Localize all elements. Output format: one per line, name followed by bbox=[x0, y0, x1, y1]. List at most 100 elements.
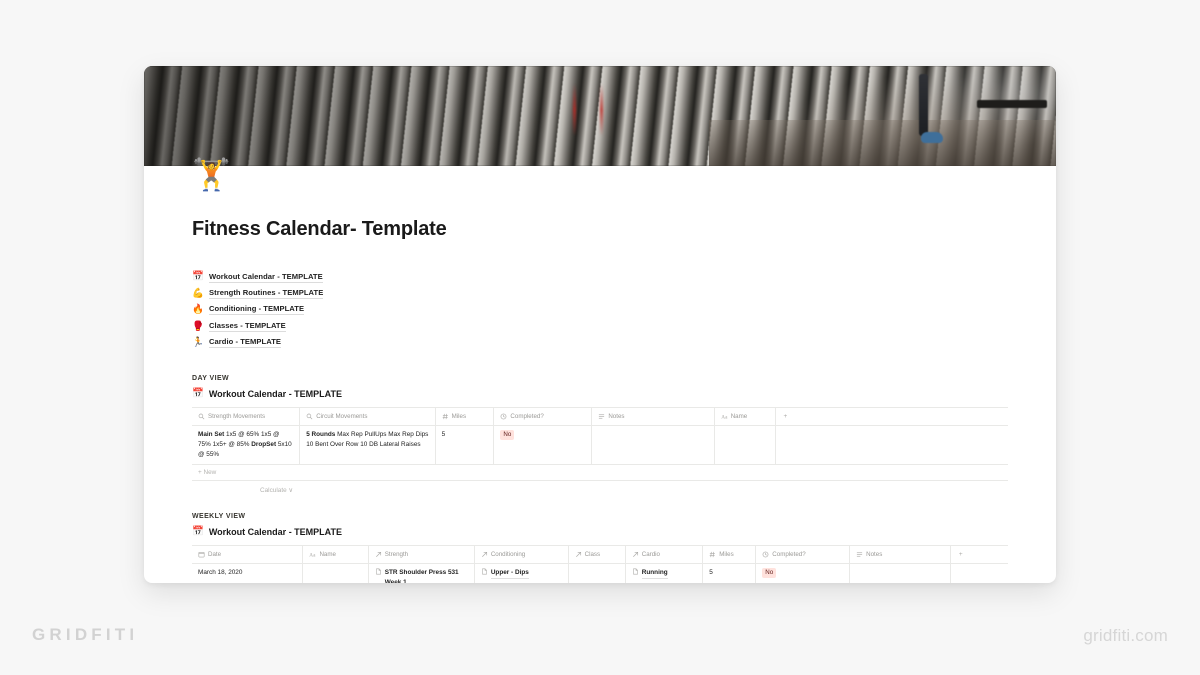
relation-icon bbox=[632, 551, 639, 558]
select-icon bbox=[762, 551, 769, 558]
table-row[interactable]: March 18, 2020 STR Shoulder Press 531 We… bbox=[192, 562, 1008, 583]
calendar-emoji-icon: 📅 bbox=[192, 388, 204, 400]
day-view-table: Strength Movements Circuit Movements Mil… bbox=[192, 406, 1008, 465]
column-header-class[interactable]: Class bbox=[568, 544, 626, 564]
column-header-name[interactable]: Aa Name bbox=[302, 544, 369, 564]
link-label: Cardio - TEMPLATE bbox=[209, 337, 282, 349]
number-icon bbox=[709, 551, 716, 558]
select-icon bbox=[500, 413, 507, 420]
calendar-emoji-icon: 📅 bbox=[192, 271, 204, 283]
svg-text:Aa: Aa bbox=[310, 552, 317, 558]
database-title-label: Workout Calendar - TEMPLATE bbox=[208, 388, 343, 399]
column-header-label: Miles bbox=[719, 550, 734, 558]
column-header-date[interactable]: Date bbox=[192, 544, 304, 564]
column-header-circuit-movements[interactable]: Circuit Movements bbox=[299, 406, 436, 426]
relation-label: Upper - Dips bbox=[490, 568, 529, 579]
cell-class[interactable] bbox=[568, 562, 626, 583]
column-header-cardio[interactable]: Cardio bbox=[625, 544, 704, 564]
cover-person-shoe bbox=[920, 132, 943, 143]
relation-label: STR Shoulder Press 531 Week 1 bbox=[385, 568, 468, 583]
column-header-completed[interactable]: Completed? bbox=[755, 544, 851, 564]
cover-floor bbox=[709, 120, 1056, 166]
column-header-label: Date bbox=[208, 550, 222, 558]
weightlifter-icon[interactable]: 🏋️ bbox=[192, 156, 231, 194]
cover-shadow-left bbox=[144, 66, 564, 166]
cell-strength[interactable]: STR Shoulder Press 531 Week 1 bbox=[368, 562, 475, 583]
cell-miles[interactable]: 5 bbox=[435, 424, 495, 465]
cell-strength-movements[interactable]: Main Set 1x5 @ 65% 1x5 @ 75% 1x5+ @ 85% … bbox=[192, 424, 301, 465]
database-title-day-view[interactable]: 📅 Workout Calendar - TEMPLATE bbox=[192, 389, 1008, 399]
column-header-label: Conditioning bbox=[490, 550, 526, 558]
column-header-miles[interactable]: Miles bbox=[702, 544, 757, 564]
column-header-miles[interactable]: Miles bbox=[435, 406, 495, 426]
link-item-strength-routines[interactable]: 💪 Strength Routines - TEMPLATE bbox=[192, 285, 1008, 301]
column-header-label: Completed? bbox=[772, 550, 806, 558]
link-item-cardio[interactable]: 🏃 Cardio - TEMPLATE bbox=[192, 335, 1008, 351]
calendar-icon bbox=[198, 551, 205, 558]
calendar-emoji-icon: 📅 bbox=[192, 525, 204, 537]
database-title-weekly-view[interactable]: 📅 Workout Calendar - TEMPLATE bbox=[192, 527, 1008, 537]
cell-cardio[interactable]: Running bbox=[625, 562, 704, 583]
column-header-label: Notes bbox=[866, 550, 883, 558]
page-body: Fitness Calendar- Template 📅 Workout Cal… bbox=[144, 166, 1056, 583]
page-cover-image bbox=[144, 66, 1056, 166]
add-new-row-button[interactable]: + New bbox=[192, 465, 1008, 481]
column-header-label: Cardio bbox=[641, 550, 660, 558]
column-header-add[interactable]: + bbox=[775, 406, 1008, 426]
column-header-label: Name bbox=[319, 550, 336, 558]
column-header-add[interactable]: + bbox=[950, 544, 1008, 564]
cell-empty bbox=[950, 562, 1008, 583]
cell-completed[interactable]: No bbox=[755, 562, 851, 583]
flexed-biceps-emoji-icon: 💪 bbox=[192, 287, 204, 299]
section-label-day-view: DAY VIEW bbox=[192, 374, 230, 382]
column-header-label: Strength bbox=[384, 550, 409, 558]
link-item-workout-calendar[interactable]: 📅 Workout Calendar - TEMPLATE bbox=[192, 269, 1008, 285]
column-header-strength[interactable]: Strength bbox=[368, 544, 475, 564]
column-header-notes[interactable]: Notes bbox=[849, 544, 952, 564]
gridfiti-url[interactable]: gridfiti.com bbox=[1083, 626, 1168, 646]
plus-icon: + bbox=[783, 412, 788, 420]
table-row[interactable]: Main Set 1x5 @ 65% 1x5 @ 75% 1x5+ @ 85% … bbox=[192, 424, 1008, 465]
cell-empty bbox=[775, 424, 1008, 465]
column-header-label: Miles bbox=[451, 412, 467, 420]
cover-bench bbox=[976, 100, 1047, 108]
relation-icon bbox=[481, 551, 488, 558]
column-header-completed[interactable]: Completed? bbox=[493, 406, 593, 426]
link-label: Strength Routines - TEMPLATE bbox=[209, 288, 324, 300]
cell-completed[interactable]: No bbox=[493, 424, 593, 465]
status-badge: No bbox=[500, 429, 515, 441]
template-link-list: 📅 Workout Calendar - TEMPLATE 💪 Strength… bbox=[192, 269, 1008, 351]
link-item-conditioning[interactable]: 🔥 Conditioning - TEMPLATE bbox=[192, 302, 1008, 318]
title-icon: Aa bbox=[309, 551, 317, 558]
column-header-label: Completed? bbox=[510, 412, 544, 420]
database-title-label: Workout Calendar - TEMPLATE bbox=[208, 526, 343, 537]
column-header-strength-movements[interactable]: Strength Movements bbox=[192, 406, 301, 426]
cell-circuit-movements[interactable]: 5 Rounds Max Rep PullUps Max Rep Dips 10… bbox=[299, 424, 436, 465]
column-header-label: Strength Movements bbox=[208, 412, 266, 420]
calculate-button[interactable]: Calculate ∨ bbox=[260, 481, 1008, 499]
fire-emoji-icon: 🔥 bbox=[192, 304, 204, 316]
plus-icon: + bbox=[958, 550, 963, 558]
cell-name[interactable] bbox=[302, 562, 369, 583]
cell-miles[interactable]: 5 bbox=[702, 562, 757, 583]
svg-text:Aa: Aa bbox=[721, 414, 728, 420]
link-item-classes[interactable]: 🥊 Classes - TEMPLATE bbox=[192, 318, 1008, 334]
cell-conditioning[interactable]: Upper - Dips bbox=[474, 562, 569, 583]
relation-label: Running bbox=[641, 568, 668, 579]
title-icon: Aa bbox=[721, 413, 728, 420]
runner-emoji-icon: 🏃 bbox=[192, 337, 204, 348]
multiline-text-icon bbox=[598, 413, 605, 420]
page-icon bbox=[632, 568, 639, 575]
column-header-notes[interactable]: Notes bbox=[591, 406, 715, 426]
column-header-label: Circuit Movements bbox=[316, 412, 368, 420]
cell-date[interactable]: March 18, 2020 bbox=[192, 562, 304, 583]
cell-notes[interactable] bbox=[849, 562, 952, 583]
column-header-label: Class bbox=[584, 550, 601, 558]
strength-set-label-2: DropSet bbox=[251, 440, 277, 448]
table-header-row: Date Aa Name Strength Conditioning Class… bbox=[192, 544, 1008, 564]
column-header-conditioning[interactable]: Conditioning bbox=[474, 544, 569, 564]
text-icon bbox=[198, 413, 205, 420]
cell-notes[interactable] bbox=[591, 424, 715, 465]
cell-name[interactable] bbox=[714, 424, 776, 465]
column-header-name[interactable]: Aa Name bbox=[714, 406, 776, 426]
